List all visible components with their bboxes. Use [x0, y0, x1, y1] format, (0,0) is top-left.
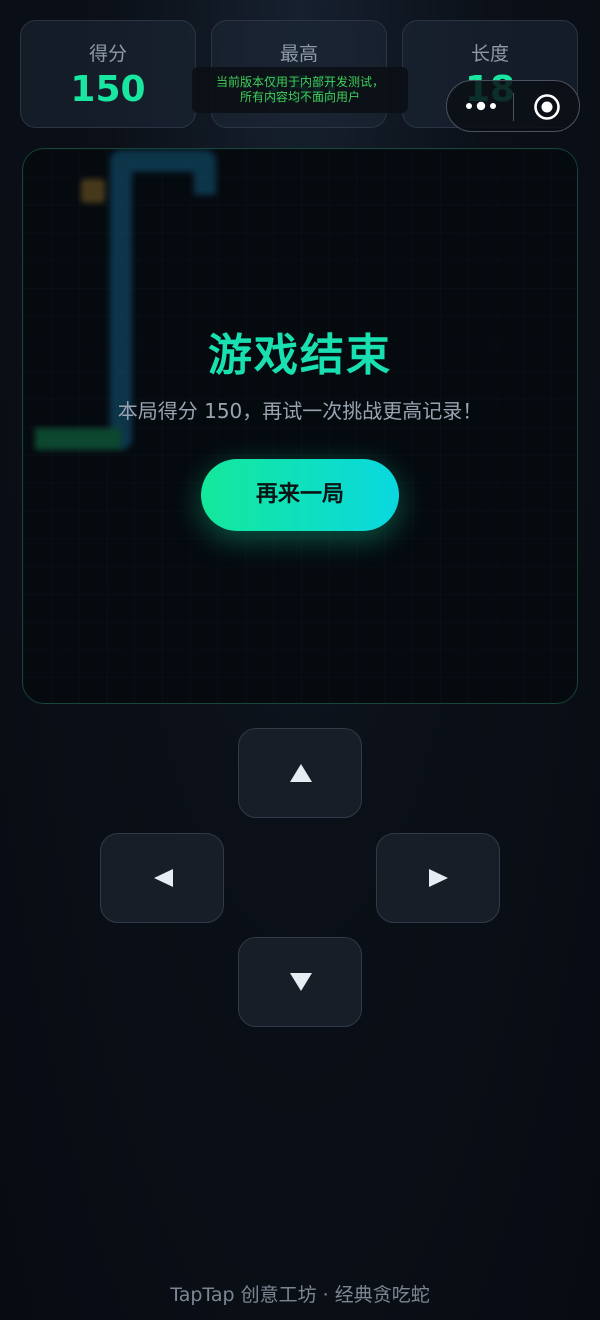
down-button[interactable] [238, 937, 362, 1027]
score-card: 得分 150 [20, 20, 196, 128]
score-label: 得分 [88, 43, 127, 65]
miniprogram-capsule [446, 80, 580, 132]
triangle-down-icon [290, 973, 312, 991]
up-button[interactable] [238, 728, 362, 818]
game-over-subtitle: 本局得分 150，再试一次挑战更高记录！ [117, 399, 483, 423]
footer-credit: TapTap 创意工坊 · 经典贪吃蛇 [170, 1284, 430, 1306]
left-button[interactable] [100, 833, 224, 923]
triangle-right-icon [429, 869, 448, 887]
more-dots-icon[interactable] [465, 99, 497, 113]
score-value: 150 [70, 69, 146, 110]
right-button[interactable] [376, 833, 500, 923]
restart-button[interactable]: 再来一局 [201, 459, 399, 531]
dev-notice-line2: 所有内容均不面向用户 [239, 90, 360, 104]
length-label: 长度 [470, 43, 509, 65]
target-circle-icon[interactable] [533, 93, 561, 121]
game-over-title: 游戏结束 [208, 330, 392, 381]
game-board[interactable]: 游戏结束 本局得分 150，再试一次挑战更高记录！ 再来一局 [22, 148, 578, 704]
game-over-overlay: 游戏结束 本局得分 150，再试一次挑战更高记录！ 再来一局 [23, 149, 577, 703]
triangle-up-icon [290, 764, 312, 782]
dev-notice-banner: 当前版本仅用于内部开发测试， 所有内容均不面向用户 [192, 67, 408, 113]
best-score-label: 最高 [279, 43, 318, 65]
dev-notice-line1: 当前版本仅用于内部开发测试， [215, 75, 384, 89]
triangle-left-icon [154, 869, 173, 887]
capsule-divider [513, 93, 514, 121]
